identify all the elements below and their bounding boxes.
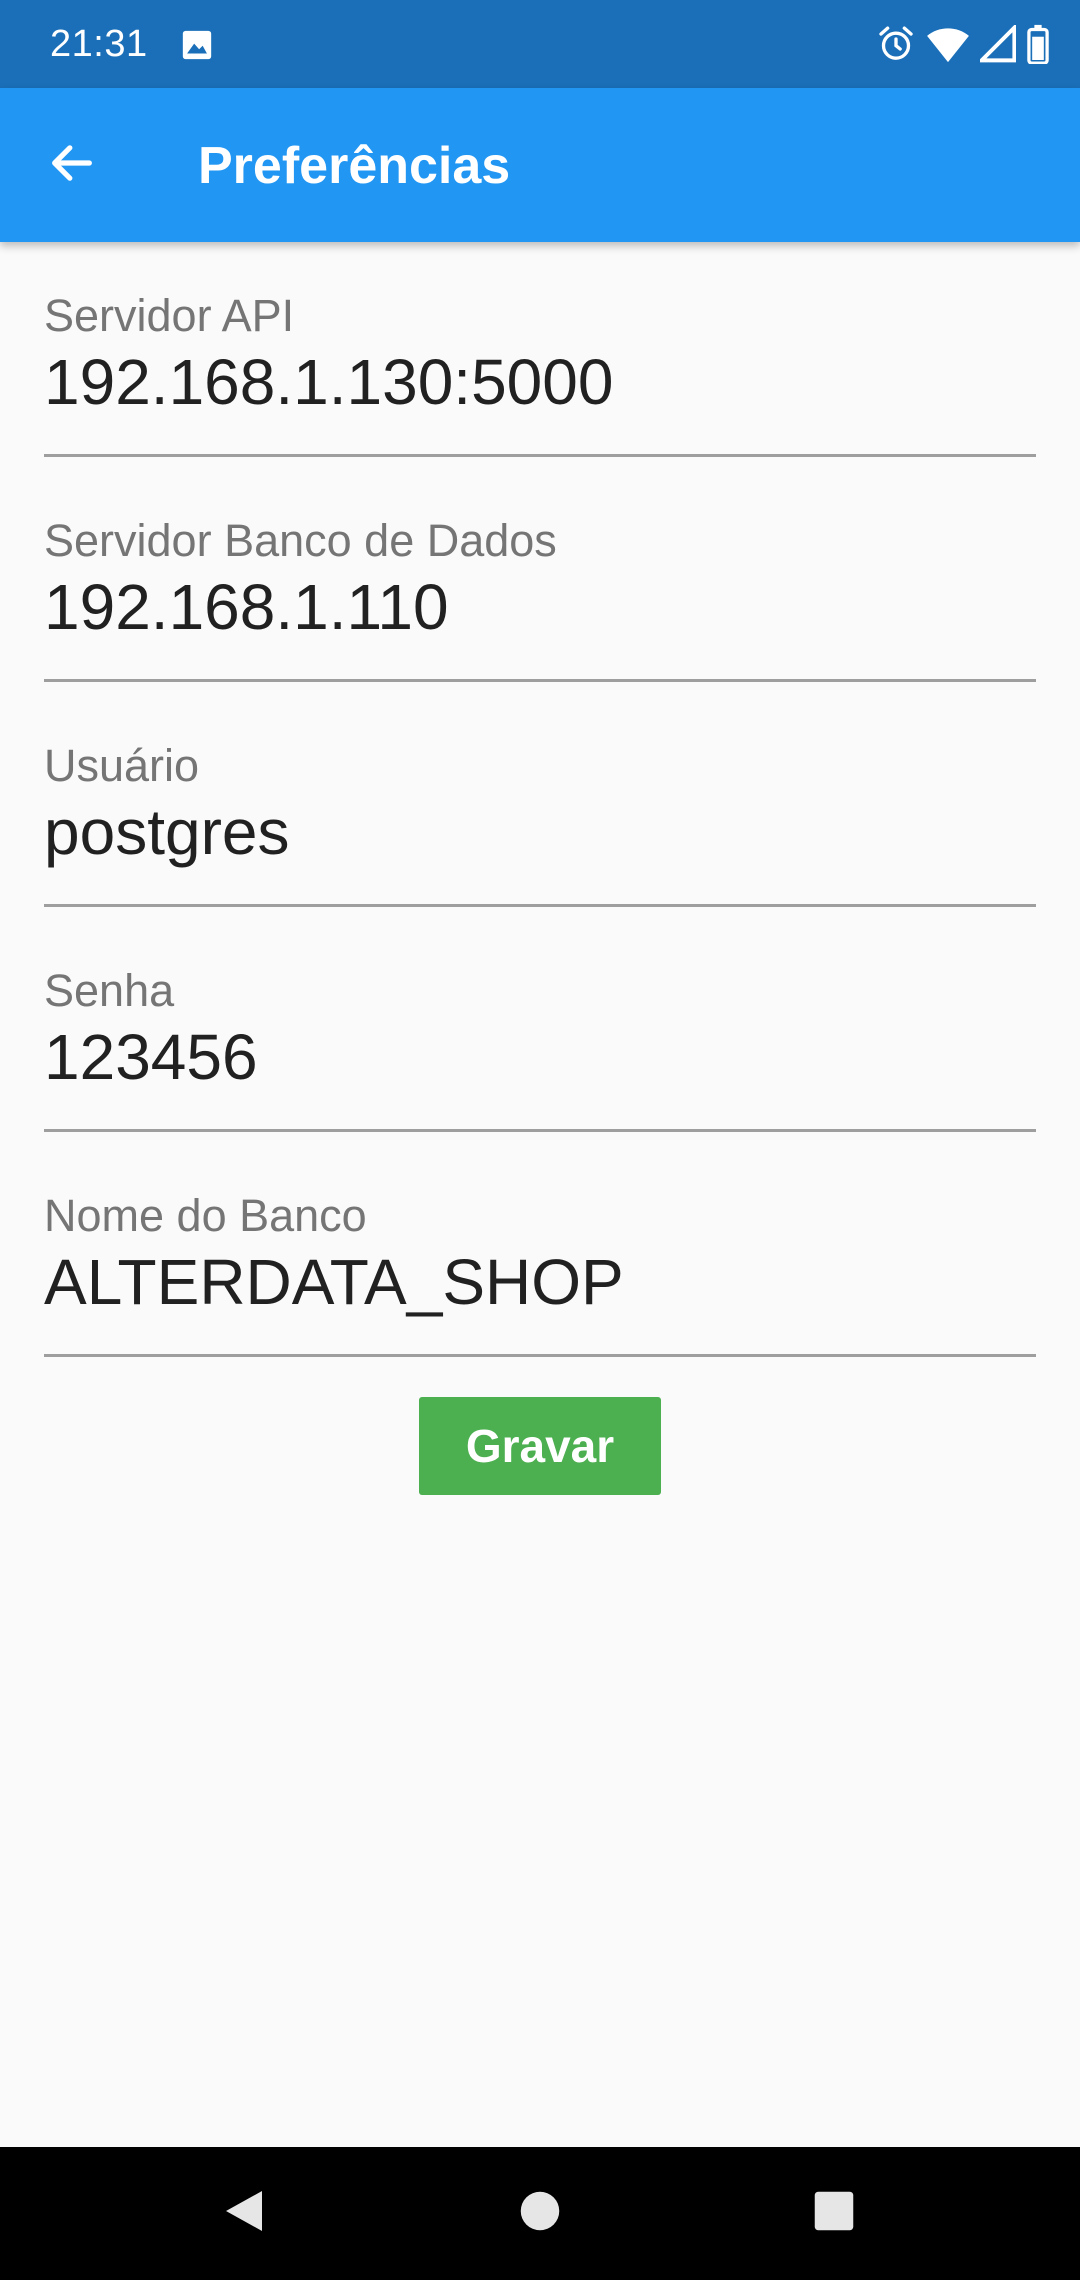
nav-recents-button[interactable] bbox=[798, 2177, 870, 2249]
db-server-input[interactable] bbox=[44, 571, 1036, 643]
field-underline bbox=[44, 454, 1036, 457]
preferences-screen: 21:31 Preferências Servidor API 192.168.… bbox=[0, 0, 1080, 2280]
field-underline bbox=[44, 679, 1036, 682]
api-server-input[interactable] bbox=[44, 346, 1036, 418]
user-input[interactable] bbox=[44, 796, 1036, 868]
db-server-field: Servidor Banco de Dados bbox=[44, 467, 1036, 692]
nav-back-button[interactable] bbox=[208, 2177, 280, 2249]
field-underline bbox=[44, 1129, 1036, 1132]
arrow-back-icon bbox=[46, 137, 98, 194]
password-field: Senha bbox=[44, 917, 1036, 1142]
app-bar: Preferências bbox=[0, 88, 1080, 242]
field-underline bbox=[44, 1354, 1036, 1357]
back-button[interactable] bbox=[40, 133, 104, 197]
db-server-label: Servidor Banco de Dados bbox=[44, 515, 557, 566]
image-icon bbox=[180, 28, 214, 62]
wifi-icon bbox=[926, 24, 970, 64]
field-underline bbox=[44, 904, 1036, 907]
db-name-label: Nome do Banco bbox=[44, 1190, 367, 1241]
status-bar: 21:31 bbox=[0, 0, 1080, 88]
user-field: Usuário bbox=[44, 692, 1036, 917]
page-title: Preferências bbox=[198, 137, 511, 195]
battery-icon bbox=[1026, 24, 1050, 64]
user-label: Usuário bbox=[44, 740, 200, 791]
save-button[interactable]: Gravar bbox=[419, 1397, 661, 1495]
db-name-field: Nome do Banco bbox=[44, 1142, 1036, 1367]
password-label: Senha bbox=[44, 965, 175, 1016]
db-name-input[interactable] bbox=[44, 1246, 1036, 1318]
password-input[interactable] bbox=[44, 1021, 1036, 1093]
api-server-label: Servidor API bbox=[44, 290, 295, 341]
preferences-form: Servidor API Servidor Banco de Dados Usu… bbox=[44, 242, 1036, 1367]
alarm-icon bbox=[876, 24, 916, 64]
api-server-field: Servidor API bbox=[44, 242, 1036, 467]
home-circle-icon bbox=[519, 2190, 561, 2237]
status-icons bbox=[876, 22, 1050, 66]
signal-icon bbox=[980, 25, 1016, 63]
recents-square-icon bbox=[813, 2190, 855, 2237]
nav-home-button[interactable] bbox=[504, 2177, 576, 2249]
status-time: 21:31 bbox=[50, 23, 148, 65]
navigation-bar bbox=[0, 2147, 1080, 2280]
back-triangle-icon bbox=[222, 2187, 266, 2240]
